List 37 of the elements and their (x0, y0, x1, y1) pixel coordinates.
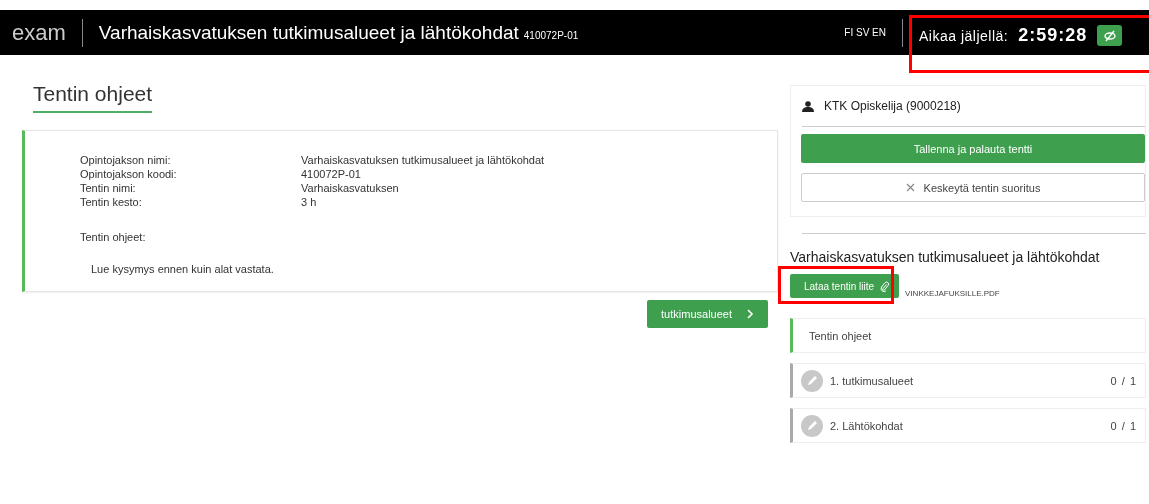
field-label: Tentin nimi: (80, 181, 137, 195)
course-title: Varhaiskasvatuksen tutkimusalueet ja lähtökohdat (98, 21, 519, 44)
exam-title: Varhaiskasvatuksen tutkimusalueet ja lähtökohdat (790, 249, 1101, 265)
section-label: 2. Lähtökohdat (830, 419, 904, 432)
time-remaining: 2:59:28 (1018, 25, 1088, 46)
field-label: Opintojakson nimi: (80, 153, 172, 167)
pencil-icon (801, 414, 823, 437)
language-switcher[interactable]: FI SV EN (844, 27, 886, 38)
field-value: Varhaiskasvatuksen (301, 181, 400, 195)
instructions-label: Tentin ohjeet: (80, 231, 147, 243)
eye-slash-icon (1102, 29, 1117, 42)
abort-button[interactable]: Keskeytä tentin suoritus (801, 173, 1145, 202)
field-value: 410072P-01 (301, 167, 362, 181)
page-title: Tentin ohjeet (33, 82, 153, 113)
chevron-right-icon (746, 309, 754, 319)
pencil-icon (801, 369, 823, 392)
section-item[interactable]: 1. tutkimusalueet 0 / 1 (790, 363, 1146, 398)
section-label: Tentin ohjeet (809, 329, 873, 342)
attachment-filename: VINKKEJAFUKSILLE.PDF (905, 289, 1000, 298)
paperclip-icon (880, 280, 890, 292)
close-icon (905, 183, 915, 192)
section-label: 1. tutkimusalueet (830, 374, 915, 387)
hide-timer-button[interactable] (1097, 25, 1123, 46)
instructions-text: Lue kysymys ennen kuin alat vastata. (91, 263, 275, 275)
field-value: Varhaiskasvatuksen tutkimusalueet ja lähtökohdat (301, 153, 546, 167)
timer-label: Aikaa jäljellä: (919, 27, 1009, 44)
user-icon (802, 100, 814, 112)
section-score: 0 / 1 (1110, 374, 1137, 387)
section-score: 0 / 1 (1110, 419, 1137, 432)
course-code: 410072P-01 (523, 29, 579, 41)
field-label: Tentin kesto: (80, 195, 143, 209)
exam-logo: exam (12, 19, 66, 46)
field-label: Opintojakson koodi: (80, 167, 178, 181)
field-value: 3 h (301, 195, 318, 209)
user-name: KTK Opiskelija (9000218) (824, 99, 961, 113)
section-item[interactable]: 2. Lähtökohdat 0 / 1 (790, 408, 1146, 443)
section-item[interactable]: Tentin ohjeet (790, 318, 1146, 353)
